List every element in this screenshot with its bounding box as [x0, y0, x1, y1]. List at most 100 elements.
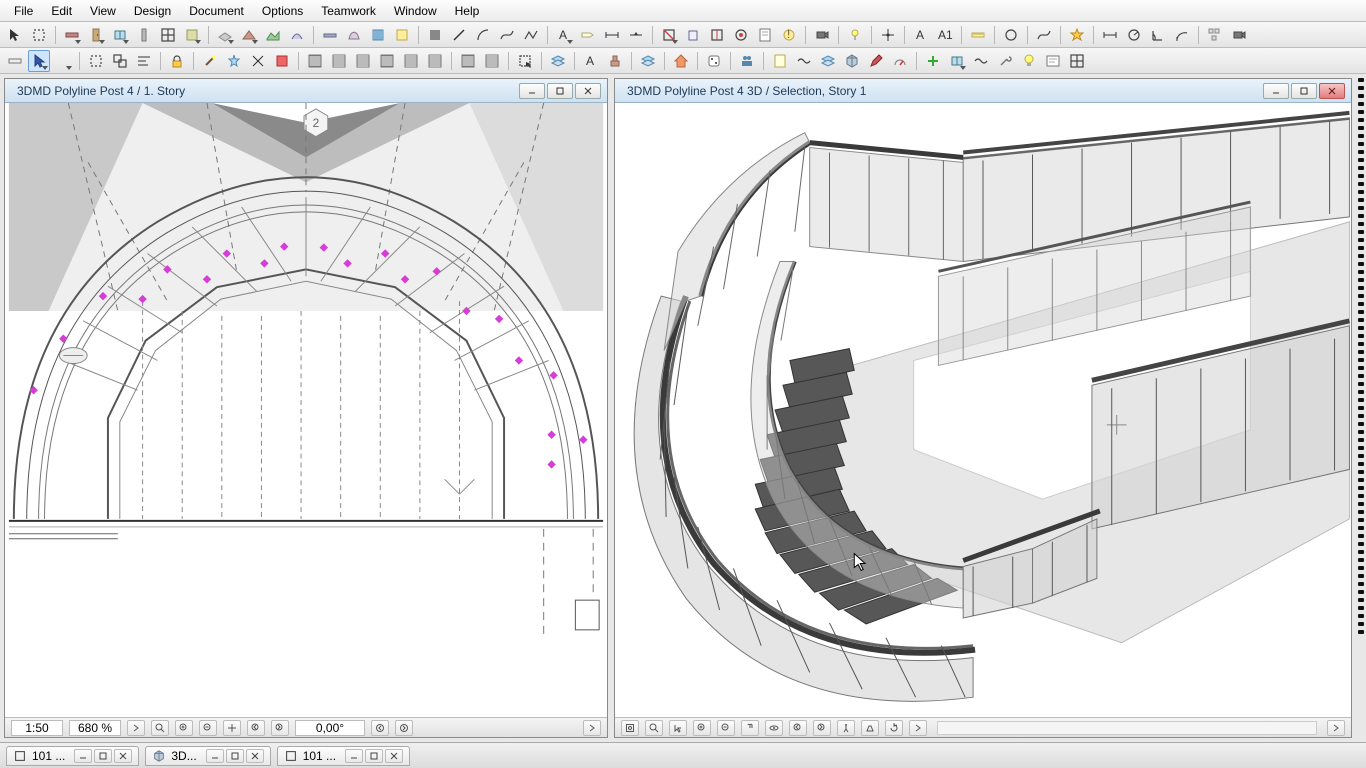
- object-icon[interactable]: [181, 24, 203, 46]
- nav-persp-icon[interactable]: [861, 720, 879, 736]
- hatch4-icon[interactable]: [376, 50, 398, 72]
- zoom-in-icon[interactable]: [175, 720, 193, 736]
- close-button[interactable]: [575, 83, 601, 99]
- wand-icon[interactable]: [199, 50, 221, 72]
- marquee2-icon[interactable]: [85, 50, 107, 72]
- orient-next-icon[interactable]: [395, 720, 413, 736]
- tools-icon[interactable]: [994, 50, 1016, 72]
- tab-restore-button[interactable]: [345, 749, 363, 763]
- floorplan-viewport[interactable]: 2: [5, 103, 607, 717]
- hatch5-icon[interactable]: [400, 50, 422, 72]
- camera2-icon[interactable]: [1228, 24, 1250, 46]
- layers3-icon[interactable]: [817, 50, 839, 72]
- menu-options[interactable]: Options: [254, 2, 311, 20]
- cube-icon[interactable]: [841, 50, 863, 72]
- hatch1-icon[interactable]: [304, 50, 326, 72]
- tab-max-button[interactable]: [226, 749, 244, 763]
- lock-icon[interactable]: [166, 50, 188, 72]
- tab-close-button[interactable]: [385, 749, 403, 763]
- dim-angle-icon[interactable]: [1147, 24, 1169, 46]
- bulb-icon[interactable]: [1018, 50, 1040, 72]
- maximize-button[interactable]: [1291, 83, 1317, 99]
- layers2-icon[interactable]: [637, 50, 659, 72]
- nav-zoomin-icon[interactable]: [693, 720, 711, 736]
- nav-fit-icon[interactable]: [645, 720, 663, 736]
- window-icon[interactable]: [946, 50, 968, 72]
- level-icon[interactable]: [625, 24, 647, 46]
- A1-icon[interactable]: A1: [934, 24, 956, 46]
- camera-icon[interactable]: [811, 24, 833, 46]
- hatch7-icon[interactable]: [457, 50, 479, 72]
- angle-box[interactable]: 0,00°: [295, 720, 365, 736]
- marquee-icon[interactable]: [28, 24, 50, 46]
- nav-select-icon[interactable]: [669, 720, 687, 736]
- grid-icon[interactable]: [157, 24, 179, 46]
- arrow-icon[interactable]: [4, 24, 26, 46]
- window-icon[interactable]: [109, 24, 131, 46]
- nav-home-icon[interactable]: [621, 720, 639, 736]
- align-icon[interactable]: [133, 50, 155, 72]
- grid2-icon[interactable]: [1066, 50, 1088, 72]
- mesh-icon[interactable]: [262, 24, 284, 46]
- scale-box[interactable]: 1:50: [11, 720, 63, 736]
- worksheet-icon[interactable]: [754, 24, 776, 46]
- star-icon[interactable]: [1066, 24, 1088, 46]
- menu-help[interactable]: Help: [447, 2, 488, 20]
- spline2-icon[interactable]: [1033, 24, 1055, 46]
- textblock-icon[interactable]: [1042, 50, 1064, 72]
- orient-prev-icon[interactable]: [371, 720, 389, 736]
- zoom-next-icon[interactable]: [271, 720, 289, 736]
- dim-chain-icon[interactable]: [1099, 24, 1121, 46]
- sel-icon[interactable]: [514, 50, 536, 72]
- roof-icon[interactable]: [238, 24, 260, 46]
- hatch6-icon[interactable]: [424, 50, 446, 72]
- wave-icon[interactable]: [793, 50, 815, 72]
- spline-icon[interactable]: [496, 24, 518, 46]
- cursor-icon[interactable]: [28, 50, 50, 72]
- minimize-button[interactable]: [519, 83, 545, 99]
- beam-icon[interactable]: [319, 24, 341, 46]
- circle-icon[interactable]: [1000, 24, 1022, 46]
- morph-icon[interactable]: [343, 24, 365, 46]
- tab-close-button[interactable]: [114, 749, 132, 763]
- pane-floorplan-titlebar[interactable]: 3DMD Polyline Post 4 / 1. Story: [5, 79, 607, 103]
- tab-max-button[interactable]: [94, 749, 112, 763]
- pen-icon[interactable]: [865, 50, 887, 72]
- horizontal-scrollbar[interactable]: [937, 721, 1317, 735]
- plus-icon[interactable]: [922, 50, 944, 72]
- close-button[interactable]: [1319, 83, 1345, 99]
- 3d-viewport[interactable]: [615, 103, 1351, 717]
- wall-icon[interactable]: [61, 24, 83, 46]
- nav-walk-icon[interactable]: [837, 720, 855, 736]
- scroll-right2-btn[interactable]: [583, 720, 601, 736]
- shell-icon[interactable]: [286, 24, 308, 46]
- docked-palette-handle[interactable]: [1356, 74, 1366, 742]
- lamp-icon[interactable]: [844, 24, 866, 46]
- zoom-out-icon[interactable]: [199, 720, 217, 736]
- window-tab[interactable]: 101 ...: [6, 746, 139, 766]
- measure-icon[interactable]: [967, 24, 989, 46]
- menu-file[interactable]: File: [6, 2, 41, 20]
- tab-close-button[interactable]: [246, 749, 264, 763]
- hatch3-icon[interactable]: [352, 50, 374, 72]
- scroll-right-btn[interactable]: [127, 720, 145, 736]
- elevation-icon[interactable]: [682, 24, 704, 46]
- dice-icon[interactable]: [703, 50, 725, 72]
- dim-icon[interactable]: [601, 24, 623, 46]
- slab-icon[interactable]: [214, 24, 236, 46]
- Aa-icon[interactable]: A: [580, 50, 602, 72]
- group-icon[interactable]: [109, 50, 131, 72]
- nav-orbit-icon[interactable]: [765, 720, 783, 736]
- maximize-button[interactable]: [547, 83, 573, 99]
- dim-arc-icon[interactable]: [1171, 24, 1193, 46]
- pane-3d-titlebar[interactable]: 3DMD Polyline Post 4 3D / Selection, Sto…: [615, 79, 1351, 103]
- A-icon[interactable]: A: [910, 24, 932, 46]
- window-tab[interactable]: 101 ...: [277, 746, 410, 766]
- menu-edit[interactable]: Edit: [43, 2, 80, 20]
- minimize-button[interactable]: [1263, 83, 1289, 99]
- hotspot-icon[interactable]: [877, 24, 899, 46]
- door-icon[interactable]: [85, 24, 107, 46]
- fill-icon[interactable]: [424, 24, 446, 46]
- zone-icon[interactable]: [391, 24, 413, 46]
- note-icon[interactable]: [769, 50, 791, 72]
